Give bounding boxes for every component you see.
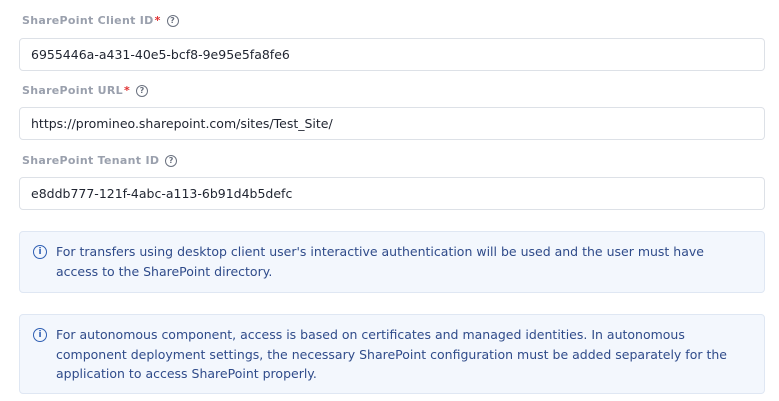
- required-asterisk: *: [154, 14, 161, 27]
- info-box-desktop: i For transfers using desktop client use…: [19, 231, 765, 293]
- info-icon: i: [33, 328, 47, 342]
- info-text: For autonomous component, access is base…: [56, 327, 727, 381]
- url-label: SharePoint URL * ?: [22, 84, 149, 97]
- sharepoint-url-input[interactable]: [19, 107, 765, 140]
- tenant-id-label-text: SharePoint Tenant ID: [22, 154, 160, 167]
- info-icon: i: [33, 245, 47, 259]
- info-box-autonomous: i For autonomous component, access is ba…: [19, 314, 765, 394]
- required-asterisk: *: [123, 84, 131, 97]
- tenant-id-label: SharePoint Tenant ID ?: [22, 154, 178, 167]
- help-icon[interactable]: ?: [166, 14, 179, 27]
- help-icon[interactable]: ?: [165, 154, 178, 167]
- help-icon[interactable]: ?: [136, 84, 149, 97]
- client-id-input[interactable]: [19, 38, 765, 71]
- tenant-id-input[interactable]: [19, 177, 765, 210]
- client-id-label: SharePoint Client ID * ?: [22, 14, 179, 27]
- client-id-label-text: SharePoint Client ID: [22, 14, 154, 27]
- info-text: For transfers using desktop client user'…: [56, 244, 704, 279]
- url-label-text: SharePoint URL: [22, 84, 123, 97]
